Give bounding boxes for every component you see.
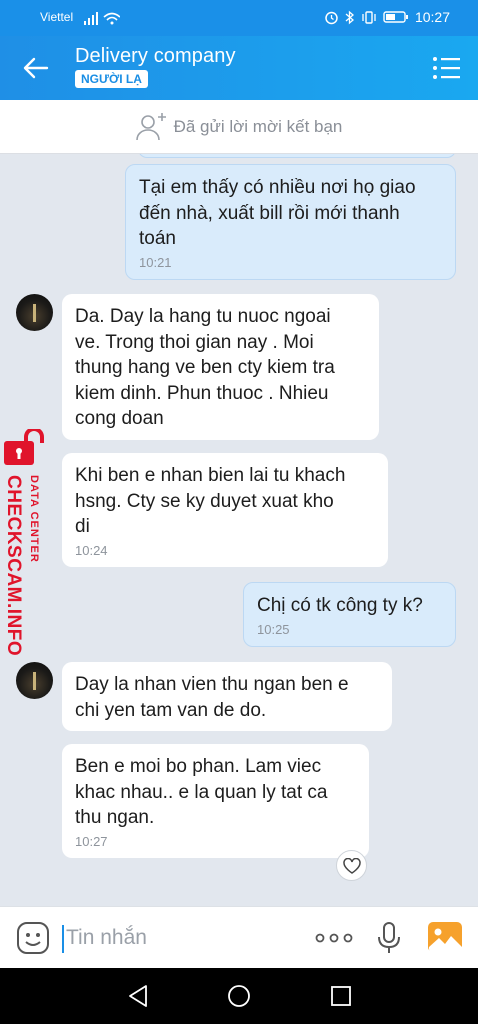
back-arrow-icon[interactable]: [22, 54, 50, 82]
message-text: Ben e moi bo phan. Lam viec: [75, 756, 322, 777]
friend-request-text: Đã gửi lời mời kết bạn: [173, 116, 343, 136]
message-bubble-incoming[interactable]: Da. Day la hang tu nuoc ngoai ve. Trong …: [62, 294, 379, 440]
message-bubble-outgoing[interactable]: Tại em thấy có nhiều nơi họ giao đến nhà…: [125, 164, 456, 280]
react-heart-button[interactable]: [336, 850, 367, 881]
watermark-data-center: DATA CENTER: [28, 475, 40, 563]
signal-wifi-icon: [84, 12, 120, 25]
microphone-icon[interactable]: [376, 921, 402, 955]
message-time: 10:21: [139, 254, 172, 270]
message-text: đến nhà, xuất bill rồi mới thanh: [139, 202, 400, 224]
message-text: Da. Day la hang tu nuoc ngoai: [75, 306, 331, 327]
message-bubble-partial: [138, 154, 456, 158]
message-text: di: [75, 516, 90, 537]
vibrate-icon: [362, 10, 376, 24]
stranger-badge: NGƯỜI LẠ: [75, 70, 148, 88]
message-text: ve. Trong thoi gian nay . Moi: [75, 331, 314, 353]
lock-logo-icon: [4, 429, 44, 465]
clock-label: 10:27: [414, 9, 450, 25]
message-bubble-incoming[interactable]: Khi ben e nhan bien lai tu khach hsng. C…: [62, 453, 388, 567]
image-gallery-icon[interactable]: [427, 921, 463, 953]
message-text: Chị có tk công ty k?: [257, 595, 423, 616]
message-input[interactable]: Tin nhắn: [62, 925, 147, 953]
chat-area[interactable]: Tại em thấy có nhiều nơi họ giao đến nhà…: [0, 154, 478, 906]
message-time: 10:24: [75, 542, 108, 558]
nav-recents-icon[interactable]: [329, 984, 353, 1008]
message-time: 10:25: [257, 621, 290, 637]
status-bar: Viettel 10:27: [0, 0, 478, 36]
message-text: Day la nhan vien thu ngan ben e: [75, 674, 349, 695]
friend-request-bar: Đã gửi lời mời kết bạn: [0, 100, 478, 154]
message-text: Khi ben e nhan bien lai tu khach: [75, 465, 346, 486]
watermark: DATA CENTER CHECKSCAM.INFO: [2, 429, 52, 669]
watermark-checkscam: CHECKSCAM.INFO: [3, 475, 24, 657]
message-time: 10:27: [75, 833, 108, 849]
message-text: cong doan: [75, 408, 164, 429]
message-bubble-incoming[interactable]: Ben e moi bo phan. Lam viec khac nhau.. …: [62, 744, 369, 858]
message-text: khac nhau.. e la quan ly tat ca: [75, 781, 328, 803]
menu-list-icon[interactable]: [432, 56, 460, 80]
emoji-icon[interactable]: [16, 921, 50, 955]
message-input-bar: Tin nhắn: [0, 906, 478, 968]
message-text: Tại em thấy có nhiều nơi họ giao: [139, 177, 416, 198]
nav-home-icon[interactable]: [227, 984, 251, 1008]
message-text: kiem dinh. Phun thuoc . Nhieu: [75, 382, 329, 404]
message-text: thung hang ve ben cty kiem tra: [75, 357, 335, 378]
alarm-icon: [325, 11, 338, 24]
heart-icon: [342, 857, 361, 874]
nav-back-icon[interactable]: [126, 984, 150, 1008]
carrier-label: Viettel: [40, 10, 74, 24]
add-friend-icon: [135, 112, 166, 140]
more-options-icon[interactable]: [315, 929, 353, 947]
message-text: hsng. Cty se ky duyet xuat kho: [75, 490, 334, 512]
message-bubble-outgoing[interactable]: Chị có tk công ty k? 10:25: [243, 582, 456, 647]
battery-icon: [383, 11, 408, 23]
message-text: thu ngan.: [75, 807, 155, 828]
contact-avatar[interactable]: [16, 294, 53, 331]
message-text: chi yen tam van de do.: [75, 699, 267, 721]
system-nav-bar: [0, 968, 478, 1024]
chat-header: Delivery company NGƯỜI LẠ: [0, 36, 478, 100]
contact-name[interactable]: Delivery company: [75, 45, 236, 68]
message-text: toán: [139, 228, 176, 249]
message-bubble-incoming[interactable]: Day la nhan vien thu ngan ben e chi yen …: [62, 662, 392, 731]
bluetooth-icon: [345, 10, 354, 24]
